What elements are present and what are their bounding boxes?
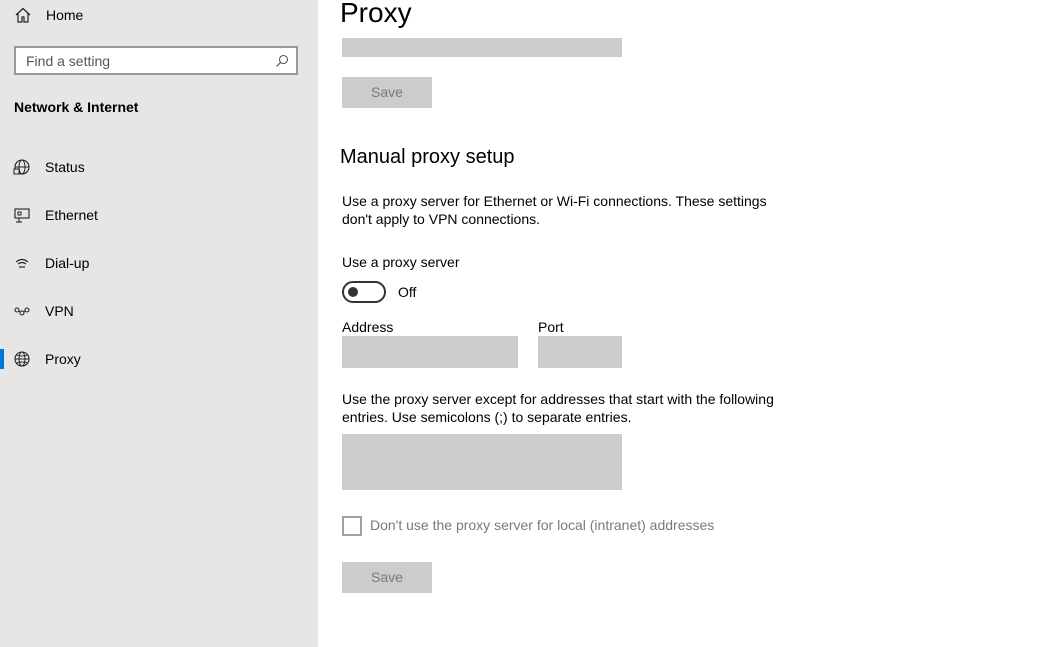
search-box [14, 46, 298, 75]
sidebar-item-status[interactable]: Status [0, 143, 318, 191]
top-save-button: Save [342, 77, 432, 108]
local-bypass-label: Don't use the proxy server for local (in… [370, 517, 715, 533]
search-icon[interactable] [275, 54, 289, 68]
home-nav-item[interactable]: Home [14, 4, 83, 26]
sidebar-item-label: Proxy [45, 351, 81, 367]
settings-window: Home Network & Internet Status [0, 0, 1056, 647]
bottom-save-button: Save [342, 562, 432, 593]
sidebar-item-vpn[interactable]: VPN [0, 287, 318, 335]
exceptions-field [342, 434, 622, 490]
globe-status-icon [13, 159, 30, 175]
port-label: Port [538, 319, 564, 335]
main-content: Proxy Save Manual proxy setup Use a prox… [318, 0, 1056, 647]
ethernet-icon [14, 208, 30, 223]
sidebar-item-label: Dial-up [45, 255, 90, 271]
sidebar-item-label: Ethernet [45, 207, 98, 223]
script-address-field [342, 38, 622, 57]
exceptions-description: Use the proxy server except for addresse… [342, 391, 774, 425]
page-title: Proxy [340, 0, 412, 28]
sidebar-item-label: Status [45, 159, 85, 175]
use-proxy-toggle[interactable] [342, 281, 386, 303]
toggle-knob [348, 287, 358, 297]
use-proxy-label: Use a proxy server [342, 254, 460, 270]
sidebar: Home Network & Internet Status [0, 0, 318, 647]
sidebar-item-dial-up[interactable]: Dial-up [0, 239, 318, 287]
vpn-icon [14, 307, 30, 316]
home-icon [15, 7, 31, 23]
local-bypass-checkbox [342, 516, 362, 536]
manual-proxy-description: Use a proxy server for Ethernet or Wi-Fi… [342, 193, 767, 227]
address-field [342, 336, 518, 368]
sidebar-item-proxy[interactable]: Proxy [0, 335, 318, 383]
manual-proxy-heading: Manual proxy setup [340, 146, 515, 168]
sidebar-item-label: VPN [45, 303, 74, 319]
sidebar-nav: Status Ethernet Dial-up VPN Proxy [0, 143, 318, 383]
port-field [538, 336, 622, 368]
address-label: Address [342, 319, 394, 335]
home-label: Home [46, 7, 84, 23]
globe-icon [14, 351, 30, 367]
toggle-state-label: Off [398, 284, 417, 300]
dial-up-icon [15, 258, 29, 268]
section-title: Network & Internet [14, 99, 139, 115]
search-input[interactable] [16, 48, 266, 73]
sidebar-item-ethernet[interactable]: Ethernet [0, 191, 318, 239]
